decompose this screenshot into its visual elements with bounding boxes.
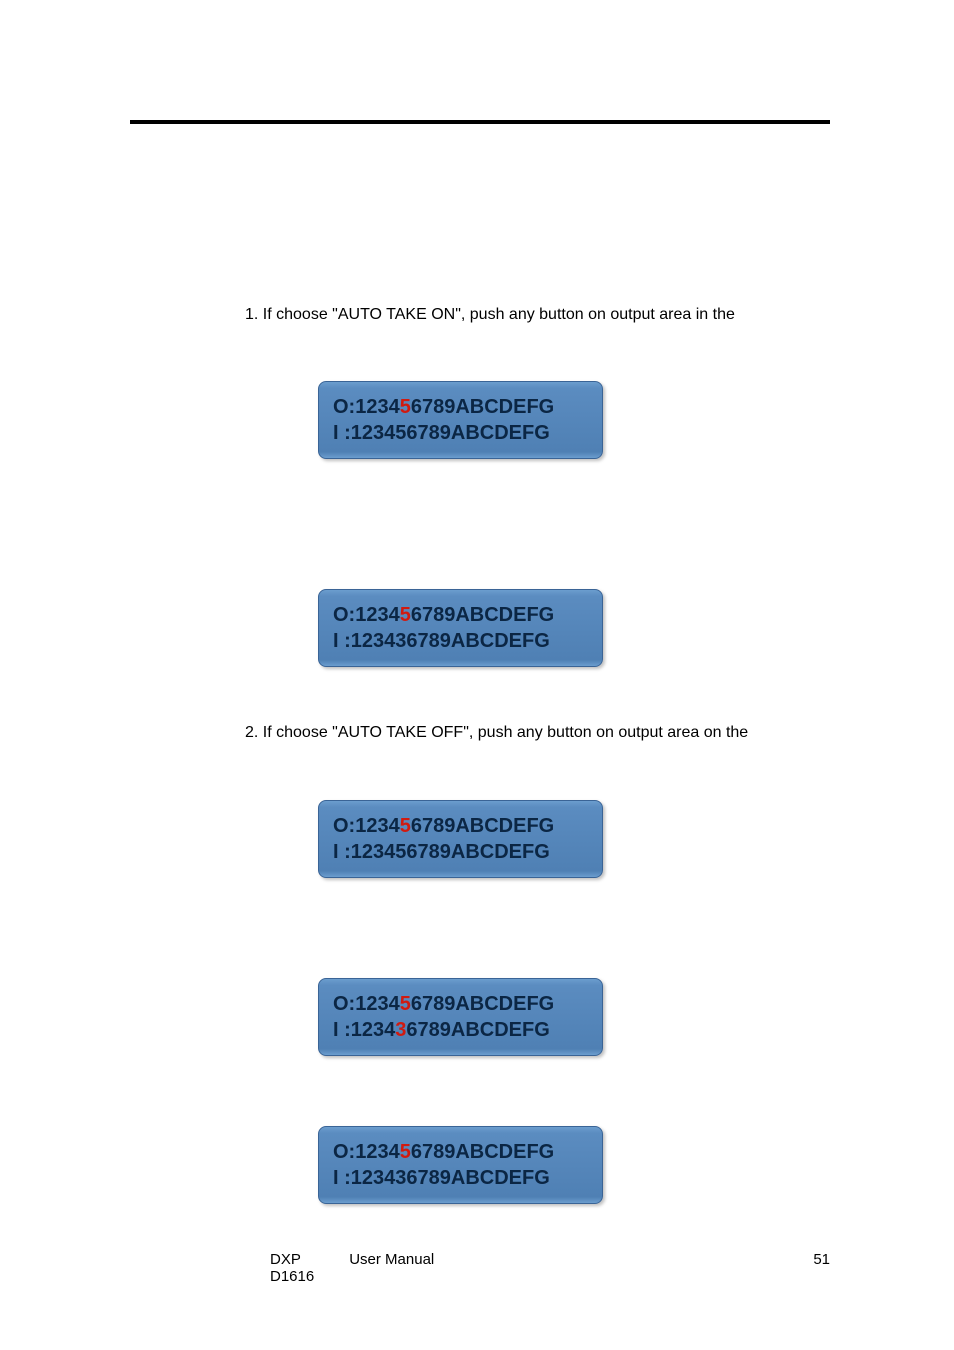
- lcd-i-hl: 3: [395, 1019, 406, 1041]
- lcd-o-post: 6789ABCDEFG: [411, 815, 554, 837]
- footer-model: DXP D1616: [130, 1251, 314, 1285]
- lcd-i-pre: I :123456789ABCDEFG: [333, 422, 550, 444]
- lcd-o-pre: O:1234: [333, 1141, 400, 1163]
- lcd-screen-2: O:123456789ABCDEFG I :123436789ABCDEFG: [318, 589, 830, 667]
- lcd-i-pre: I :123436789ABCDEFG: [333, 1167, 550, 1189]
- lcd-screen-5: O:123456789ABCDEFG I :123436789ABCDEFG: [318, 1126, 830, 1204]
- lcd-o-post: 6789ABCDEFG: [411, 993, 554, 1015]
- lcd-o-hl: 5: [400, 396, 411, 418]
- lcd-i-post: 6789ABCDEFG: [406, 1019, 549, 1041]
- lcd-display: O:123456789ABCDEFG I :123436789ABCDEFG: [318, 978, 603, 1056]
- lcd-o-hl: 5: [400, 815, 411, 837]
- lcd-o-pre: O:1234: [333, 815, 400, 837]
- lcd-o-pre: O:1234: [333, 604, 400, 626]
- page-footer: DXP D1616 User Manual 51: [130, 1251, 830, 1285]
- lcd-display: O:123456789ABCDEFG I :123456789ABCDEFG: [318, 381, 603, 459]
- lcd-o-pre: O:1234: [333, 993, 400, 1015]
- lcd-display: O:123456789ABCDEFG I :123456789ABCDEFG: [318, 800, 603, 878]
- lcd-o-pre: O:1234: [333, 396, 400, 418]
- lcd-o-hl: 5: [400, 1141, 411, 1163]
- lcd-o-hl: 5: [400, 604, 411, 626]
- header-rule: [130, 120, 830, 124]
- lcd-o-post: 6789ABCDEFG: [411, 604, 554, 626]
- lcd-i-pre: I :1234: [333, 1019, 395, 1041]
- footer-title: User Manual: [314, 1251, 750, 1285]
- lcd-display: O:123456789ABCDEFG I :123436789ABCDEFG: [318, 589, 603, 667]
- lcd-screen-3: O:123456789ABCDEFG I :123456789ABCDEFG: [318, 800, 830, 878]
- lcd-i-pre: I :123456789ABCDEFG: [333, 841, 550, 863]
- lcd-o-hl: 5: [400, 993, 411, 1015]
- paragraph-1: 1. If choose "AUTO TAKE ON", push any bu…: [245, 304, 830, 326]
- lcd-o-post: 6789ABCDEFG: [411, 1141, 554, 1163]
- lcd-i-pre: I :123436789ABCDEFG: [333, 630, 550, 652]
- lcd-screen-4: O:123456789ABCDEFG I :123436789ABCDEFG: [318, 978, 830, 1056]
- lcd-screen-1: O:123456789ABCDEFG I :123456789ABCDEFG: [318, 381, 830, 459]
- footer-page-num: 51: [750, 1251, 830, 1285]
- page-content: 1. If choose "AUTO TAKE ON", push any bu…: [130, 120, 830, 1259]
- paragraph-2: 2. If choose "AUTO TAKE OFF", push any b…: [245, 722, 830, 744]
- lcd-display: O:123456789ABCDEFG I :123436789ABCDEFG: [318, 1126, 603, 1204]
- lcd-o-post: 6789ABCDEFG: [411, 396, 554, 418]
